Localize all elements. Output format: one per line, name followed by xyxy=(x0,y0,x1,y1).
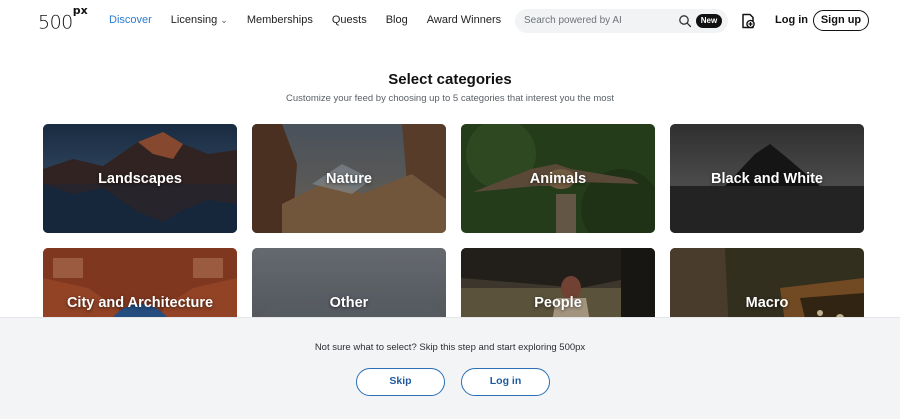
search-input[interactable]: Search powered by AI New xyxy=(515,9,728,33)
search-icon[interactable] xyxy=(678,14,692,28)
nav-memberships[interactable]: Memberships xyxy=(247,14,313,26)
new-badge: New xyxy=(696,14,722,28)
login-link[interactable]: Log in xyxy=(775,14,808,26)
category-card-black-and-white[interactable]: Black and White xyxy=(670,124,864,233)
footer-login-button[interactable]: Log in xyxy=(461,368,550,396)
nav-award-winners[interactable]: Award Winners xyxy=(427,14,501,26)
nav-discover[interactable]: Discover xyxy=(109,14,152,26)
category-label: Black and White xyxy=(711,170,823,187)
category-label: Nature xyxy=(326,170,372,187)
nav-licensing-label: Licensing xyxy=(170,14,218,26)
page-subtitle: Customize your feed by choosing up to 5 … xyxy=(286,93,614,104)
category-card-animals[interactable]: Animals xyxy=(461,124,655,233)
upload-icon[interactable] xyxy=(740,12,756,30)
nav-quests[interactable]: Quests xyxy=(332,14,367,26)
category-label: Animals xyxy=(529,170,587,187)
page-title: Select categories xyxy=(388,71,512,88)
logo[interactable]: 500px xyxy=(38,4,88,33)
category-card-nature[interactable]: Nature xyxy=(252,124,446,233)
skip-prompt-text: Not sure what to select? Skip this step … xyxy=(314,342,586,353)
search-placeholder: Search powered by AI xyxy=(524,15,622,26)
nav-blog[interactable]: Blog xyxy=(386,14,408,26)
category-card-landscapes[interactable]: Landscapes xyxy=(43,124,237,233)
skip-footer: Not sure what to select? Skip this step … xyxy=(0,317,900,419)
chevron-down-icon: ⌄ xyxy=(220,15,228,25)
main-nav: Discover Licensing ⌄ Memberships Quests B… xyxy=(109,14,520,26)
category-label: Landscapes xyxy=(98,170,182,187)
top-nav-bar: 500px Discover Licensing ⌄ Memberships Qu… xyxy=(0,0,900,42)
nav-licensing[interactable]: Licensing ⌄ xyxy=(171,14,228,26)
signup-button[interactable]: Sign up xyxy=(813,10,869,31)
skip-button[interactable]: Skip xyxy=(356,368,445,396)
